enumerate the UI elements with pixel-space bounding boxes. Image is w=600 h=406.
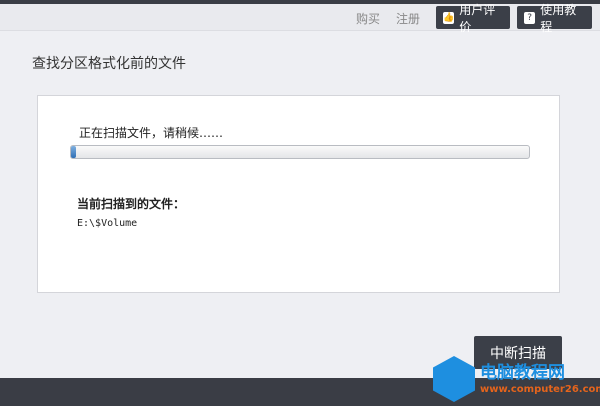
tutorial-button[interactable]: ? 使用教程 xyxy=(517,3,592,34)
header-bar: 购买 注册 👍 用户评价 ? 使用教程 xyxy=(0,3,600,34)
current-file-label: 当前扫描到的文件： xyxy=(77,197,186,211)
user-review-label: 用户评价 xyxy=(459,2,496,34)
scan-panel: 正在扫描文件，请稍候…… 当前扫描到的文件： E:\$Volume xyxy=(37,95,560,293)
register-link[interactable]: 注册 xyxy=(396,10,420,27)
watermark-logo: 电脑教程网 www.computer26.com xyxy=(430,356,600,406)
scan-progress-bar xyxy=(70,145,530,159)
tutorial-label: 使用教程 xyxy=(540,2,577,34)
progress-fill xyxy=(71,146,76,158)
watermark-url: www.computer26.com xyxy=(480,384,600,395)
buy-link[interactable]: 购买 xyxy=(356,10,380,27)
user-review-button[interactable]: 👍 用户评价 xyxy=(436,3,510,34)
thumbs-up-icon: 👍 xyxy=(443,11,455,24)
page-title: 查找分区格式化前的文件 xyxy=(32,56,186,72)
watermark-name: 电脑教程网 xyxy=(480,363,565,383)
help-book-icon: ? xyxy=(524,11,536,24)
windows-logo-icon xyxy=(433,356,475,402)
current-file-path: E:\$Volume xyxy=(77,218,138,229)
scan-status: 正在扫描文件，请稍候…… xyxy=(79,126,224,140)
